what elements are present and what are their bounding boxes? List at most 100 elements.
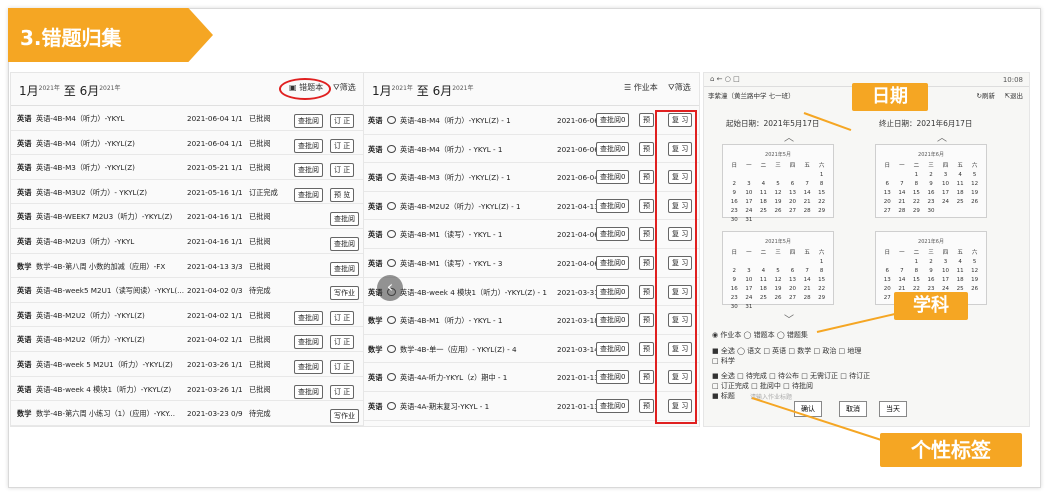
table-row[interactable]: 英语 英语-4B-M1（读写）- YKYL - 3 2021-04-06 查批阅0 预复… [364, 249, 699, 278]
view-review-button[interactable]: 查批阅 [294, 163, 323, 178]
chevron-up-icon[interactable]: ︿ [784, 129, 794, 144]
preview-button[interactable]: 预 [639, 198, 654, 213]
week-row[interactable]: 30 31 [723, 217, 833, 223]
preview-button[interactable]: 预 [639, 141, 654, 156]
table-row[interactable]: 英语 英语-4B-M1（读写）- YKYL - 1 2021-04-06 查批阅0 预复… [364, 220, 699, 249]
week-row[interactable]: 6 7 8 9 10 11 12 [876, 268, 986, 274]
correct-button[interactable]: 订 正 [330, 163, 355, 178]
table-row[interactable]: 英语 英语-4B-M4（听力）-YKYL(Z) 2021-06-04 1/1 已批阅 查批… [11, 131, 365, 156]
view-review-button[interactable]: 查批阅 [294, 335, 323, 350]
preview-button[interactable]: 预 [639, 227, 654, 242]
calendar-month[interactable]: 2021年5月日一二三四五六 1 2 3 4 5 6 7 8 9 10 11 12 13 14 15 16 17 1… [722, 144, 834, 223]
preview-button[interactable]: 预 [639, 341, 654, 356]
week-row[interactable]: 12345 [876, 259, 986, 265]
week-row[interactable]: 9 10 11 12 13 14 15 [723, 277, 833, 283]
week-row[interactable]: 20 21 22 23 24 25 26 [876, 199, 986, 205]
week-row[interactable]: 9 10 11 12 13 14 15 [723, 190, 833, 196]
today-button[interactable]: 当天 [879, 401, 907, 417]
table-row[interactable]: 英语 英语-4B-week 5 M2U1（听力）-YKYL(Z) 2021-03-2… [11, 352, 365, 377]
correct-button[interactable]: 订 正 [330, 384, 355, 399]
view-review-button[interactable]: 查批阅 [294, 187, 323, 202]
homework-button[interactable]: ☰ 作业本 [624, 82, 658, 93]
table-row[interactable]: 英语 英语-4B-M3（听力）-YKYL(Z) 2021-05-21 1/1 已批阅 查批… [11, 155, 365, 180]
week-row[interactable]: 2345678 [723, 181, 833, 187]
back-arrow-icon[interactable]: ‹ [377, 275, 403, 301]
view-review-button[interactable]: 查批阅0 [596, 284, 630, 299]
status-options[interactable]: ■ 全选 □ 待完成 □ 待公布 □ 无需订正 □ 待订正 [712, 371, 870, 381]
view-review-button[interactable]: 查批阅0 [596, 370, 630, 385]
view-review-button[interactable]: 查批阅0 [596, 141, 630, 156]
view-review-button[interactable]: 查批阅 [294, 359, 323, 374]
chevron-down-icon[interactable]: ﹀ [784, 311, 794, 326]
cancel-button[interactable]: 取消 [839, 401, 867, 417]
week-row[interactable]: 1 [723, 172, 833, 178]
view-review-button[interactable]: 查批阅 [294, 384, 323, 399]
table-row[interactable]: 英语 英语-4B-M2U2（听力）-YKYL(Z) - 1 2021-04-13 查批… [364, 192, 699, 221]
subject-options[interactable]: ■ 全选 ◯ 语文 □ 英语 □ 数学 □ 政治 □ 地理 [712, 346, 861, 356]
preview-button[interactable]: 预 [639, 398, 654, 413]
preview-button[interactable]: 预 [639, 284, 654, 299]
week-row[interactable]: 16 17 18 19 20 21 22 [723, 199, 833, 205]
table-row[interactable]: 英语 英语-4B-M2U2（听力）-YKYL(Z) 2021-04-02 1/1 已批阅… [11, 327, 365, 352]
view-review-button[interactable]: 查批阅 [330, 261, 359, 276]
filter-button[interactable]: ⛛筛选 [333, 82, 356, 93]
table-row[interactable]: 英语 英语-4B-M4（听力）-YKYL(Z) - 1 2021-06-06 查批阅0… [364, 106, 699, 135]
view-review-button[interactable]: 查批阅 [294, 138, 323, 153]
table-row[interactable]: 数学 数学-4B-第八周 小数的加减（应用）-FX 2021-04-13 3/3 已批阅… [11, 254, 365, 279]
view-review-button[interactable]: 写作业 [330, 409, 359, 424]
week-row[interactable]: 16 17 18 19 20 21 22 [723, 286, 833, 292]
date-range[interactable]: 1月2021年 至 6月2021年 [19, 82, 121, 99]
table-row[interactable]: 英语 英语-4A-听力-YKYL（z）期中 - 1 2021-01-13 查批阅0 预复… [364, 363, 699, 392]
view-review-button[interactable]: 查批阅0 [596, 255, 630, 270]
correct-button[interactable]: 订 正 [330, 335, 355, 350]
nav-icons[interactable]: ⌂ ← ○ □ [710, 75, 740, 83]
week-row[interactable]: 2345678 [723, 268, 833, 274]
view-review-button[interactable]: 写作业 [330, 286, 359, 301]
preview-button[interactable]: 预 [639, 370, 654, 385]
week-row[interactable]: 13 14 15 16 17 18 19 [876, 190, 986, 196]
correct-button[interactable]: 订 正 [330, 138, 355, 153]
view-review-button[interactable]: 查批阅0 [596, 398, 630, 413]
week-row[interactable]: 12345 [876, 172, 986, 178]
view-review-button[interactable]: 查批阅0 [596, 198, 630, 213]
logout-button[interactable]: ⇱退出 [1005, 90, 1023, 100]
subject-options-2[interactable]: □ 科学 [712, 356, 735, 366]
preview-button[interactable]: 预 [639, 170, 654, 185]
calendar-month[interactable]: 2021年6月日一二三四五六 1 2 3 4 5 6 7 8 9 10 11 12 13 14 15 16 17 1… [875, 144, 987, 218]
table-row[interactable]: 英语 英语-4B-week 4 模块1（听力）-YKYL(Z) 2021-03-26… [11, 377, 365, 402]
date-range[interactable]: 1月2021年 至 6月2021年 [372, 82, 474, 99]
view-review-button[interactable]: 查批阅0 [596, 227, 630, 242]
week-row[interactable]: 27282930 [876, 208, 986, 214]
week-row[interactable]: 6 7 8 9 10 11 12 [876, 181, 986, 187]
view-review-button[interactable]: 查批阅 [330, 212, 359, 227]
table-row[interactable]: 英语 英语-4B-M4（听力）- YKYL - 1 2021-06-06 查批阅0 预复… [364, 135, 699, 164]
refresh-button[interactable]: ↻刷新 [977, 90, 995, 100]
correct-button[interactable]: 订 正 [330, 359, 355, 374]
table-row[interactable]: 英语 英语-4B-M3U2（听力）- YKYL(Z) 2021-05-16 1/1 订正… [11, 180, 365, 205]
table-row[interactable]: 英语 英语-4B-M3（听力）-YKYL(Z) - 1 2021-06-04 查批阅0… [364, 163, 699, 192]
week-row[interactable]: 1 [723, 259, 833, 265]
view-review-button[interactable]: 查批阅0 [596, 313, 630, 328]
table-row[interactable]: 英语 英语-4B-M2U3（听力）-YKYL 2021-04-16 1/1 已批阅 查批阅 [11, 229, 365, 254]
status-options-2[interactable]: □ 订正完成 □ 批阅中 □ 待批阅 [712, 381, 813, 391]
correct-button[interactable]: 订 正 [330, 310, 355, 325]
table-row[interactable]: 英语 英语-4B-M4（听力）-YKYL 2021-06-04 1/1 已批阅 查批阅订 … [11, 106, 365, 131]
preview-button[interactable]: 预 [639, 255, 654, 270]
view-review-button[interactable]: 查批阅 [294, 310, 323, 325]
week-row[interactable]: 23 24 25 26 27 28 29 [723, 208, 833, 214]
table-row[interactable]: 英语 英语-4B-M2U2（听力）-YKYL(Z) 2021-04-02 1/1 已批阅… [11, 303, 365, 328]
table-row[interactable]: 英语 英语-4A-期末复习-YKYL - 1 2021-01-13 查批阅0 预复 习 [364, 392, 699, 421]
view-review-button[interactable]: 查批阅0 [596, 341, 630, 356]
chevron-up-icon[interactable]: ︿ [937, 129, 947, 144]
table-row[interactable]: 数学 数学-4B-第六周 小练习（1）(应用）-YKY... 2021-03-23 0… [11, 401, 365, 426]
table-row[interactable]: 数学 数学-4B-单一（应用）- YKYL(Z) - 4 2021-03-14 查批阅… [364, 335, 699, 364]
week-row[interactable]: 13 14 15 16 17 18 19 [876, 277, 986, 283]
table-row[interactable]: 英语 英语-4B-week5 M2U1（读写阅读）-YKYL(... 2021-04… [11, 278, 365, 303]
week-row[interactable]: 30 31 [723, 304, 833, 310]
preview-button[interactable]: 预 [639, 313, 654, 328]
preview-button[interactable]: 预 [639, 113, 654, 127]
table-row[interactable]: 英语 英语-4B-week 4 模块1（听力）-YKYL(Z) - 1 2021-0… [364, 278, 699, 307]
week-row[interactable]: 23 24 25 26 27 28 29 [723, 295, 833, 301]
type-options[interactable]: ◉ 作业本 ◯ 错题本 ◯ 错题集 [712, 330, 808, 340]
calendar-month[interactable]: 2021年5月日一二三四五六 1 2 3 4 5 6 7 8 9 10 11 12 13 14 15 16 17 1… [722, 231, 834, 310]
